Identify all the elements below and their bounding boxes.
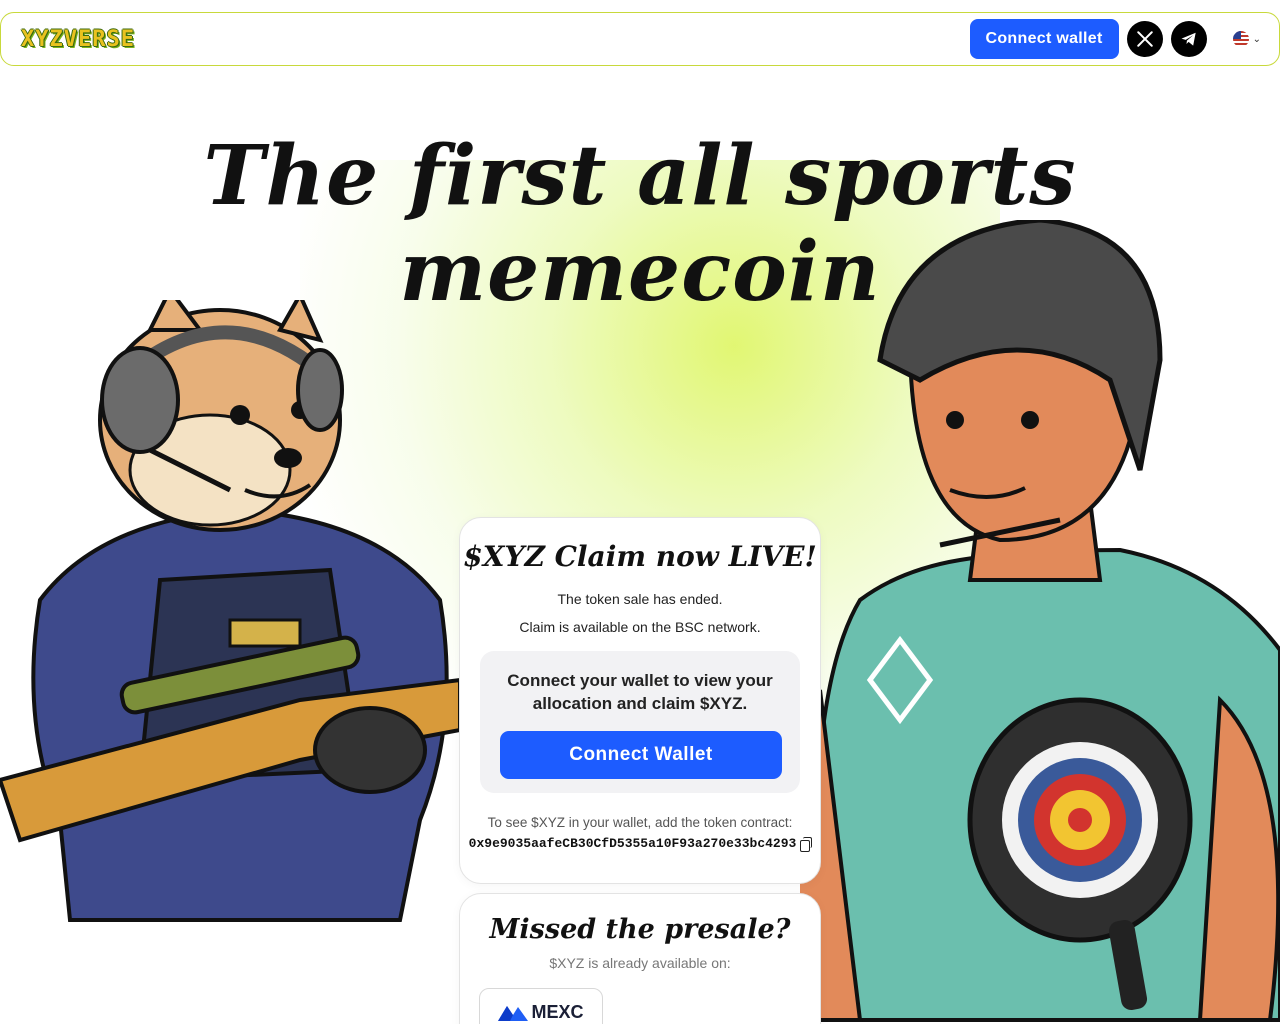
header-actions: Connect wallet ⌄ bbox=[969, 19, 1261, 59]
presale-subtitle: $XYZ is already available on: bbox=[549, 955, 731, 971]
copy-icon[interactable] bbox=[800, 837, 813, 852]
sale-ended-text: The token sale has ended. bbox=[557, 591, 723, 607]
claim-network-text: Claim is available on the BSC network. bbox=[519, 619, 761, 635]
connect-panel: Connect your wallet to view your allocat… bbox=[480, 651, 800, 793]
exchange-mexc-link[interactable]: MEXC bbox=[479, 988, 603, 1024]
x-icon bbox=[1136, 31, 1153, 47]
claim-title: $XYZ Claim now LIVE! bbox=[463, 540, 817, 573]
x-social-link[interactable] bbox=[1126, 21, 1163, 57]
connect-wallet-button[interactable]: Connect wallet bbox=[969, 19, 1119, 59]
chevron-down-icon: ⌄ bbox=[1252, 33, 1261, 45]
language-selector[interactable]: ⌄ bbox=[1232, 31, 1261, 47]
us-flag-icon bbox=[1232, 31, 1249, 47]
telegram-link[interactable] bbox=[1170, 21, 1207, 57]
contract-address: 0x9e9035aafeCB30CfD5355a10F93a270e33bc42… bbox=[468, 836, 797, 851]
presale-title: Missed the presale? bbox=[489, 914, 791, 945]
telegram-icon bbox=[1181, 32, 1196, 46]
exchange-name: MEXC bbox=[531, 1001, 584, 1022]
site-logo[interactable]: XYZVERSE bbox=[21, 27, 135, 52]
contract-note: To see $XYZ in your wallet, add the toke… bbox=[487, 815, 793, 830]
doge-soldier-illustration bbox=[0, 300, 462, 922]
mexc-logo-icon bbox=[498, 1006, 529, 1021]
helmet-guy-illustration bbox=[800, 220, 1280, 1022]
presale-card: Missed the presale? $XYZ is already avai… bbox=[459, 893, 821, 1024]
top-navbar: XYZVERSE Connect wallet ⌄ bbox=[0, 12, 1280, 66]
claim-card: $XYZ Claim now LIVE! The token sale has … bbox=[459, 517, 821, 884]
connect-prompt: Connect your wallet to view your allocat… bbox=[507, 671, 773, 713]
contract-row: 0x9e9035aafeCB30CfD5355a10F93a270e33bc42… bbox=[460, 836, 820, 852]
connect-wallet-main-button[interactable]: Connect Wallet bbox=[500, 731, 782, 779]
